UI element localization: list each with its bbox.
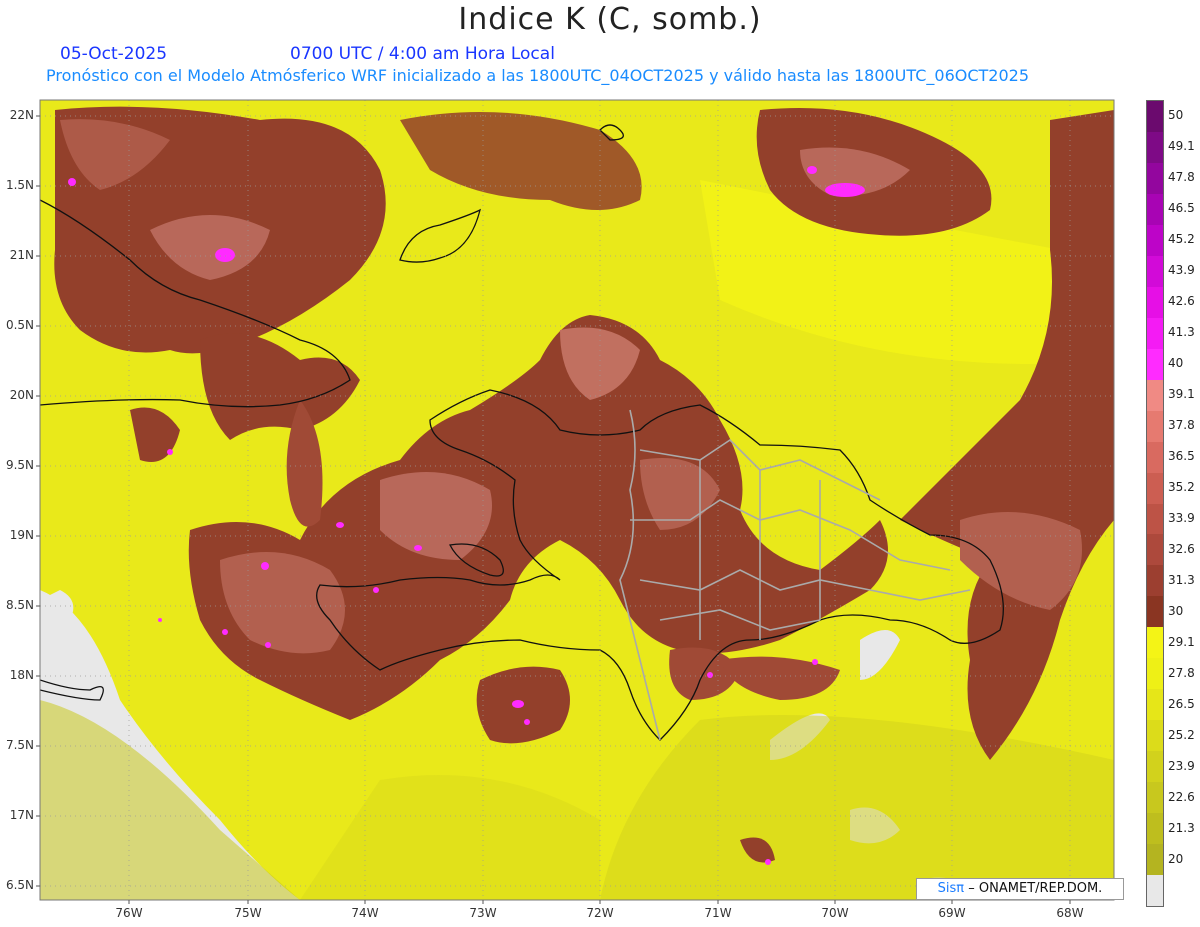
colorbar	[1146, 100, 1164, 907]
colorbar-swatch	[1147, 131, 1163, 164]
colorbar-label: 42.6	[1168, 294, 1195, 309]
colorbar-label: 43.9	[1168, 263, 1195, 278]
colorbar-swatch	[1147, 658, 1163, 690]
colorbar-label: 27.8	[1168, 665, 1195, 680]
lon-label: 75W	[234, 906, 262, 920]
lat-label: 19N	[9, 528, 34, 542]
lat-label: 18N	[9, 668, 34, 682]
lat-label: 21N	[9, 248, 34, 262]
colorbar-label: 32.6	[1168, 541, 1195, 556]
colorbar-swatch	[1147, 689, 1163, 721]
colorbar-swatch	[1147, 472, 1163, 504]
colorbar-label: 37.8	[1168, 418, 1195, 433]
colorbar-swatch	[1147, 627, 1163, 659]
lat-label: 8.5N	[5, 598, 34, 612]
lon-label: 76W	[115, 906, 143, 920]
sispi-logo: Sisπ	[937, 881, 965, 896]
lon-label: 70W	[821, 906, 849, 920]
colorbar-swatch	[1147, 782, 1163, 814]
lon-label: 72W	[586, 906, 614, 920]
colorbar-swatch	[1147, 596, 1163, 628]
colorbar-swatch	[1147, 317, 1163, 350]
credit-box: Sisπ – ONAMET/REP.DOM.	[916, 878, 1124, 900]
colorbar-swatch	[1147, 565, 1163, 597]
colorbar-label: 21.3	[1168, 820, 1195, 835]
colorbar-swatch	[1147, 503, 1163, 535]
colorbar-swatch	[1147, 844, 1163, 876]
colorbar-swatch-below	[1147, 875, 1163, 906]
colorbar-label: 20	[1168, 851, 1184, 866]
colorbar-label: 29.1	[1168, 634, 1195, 649]
colorbar-swatch	[1147, 813, 1163, 845]
colorbar-swatch	[1147, 348, 1163, 381]
colorbar-label: 30	[1168, 603, 1184, 618]
colorbar-label: 40	[1168, 356, 1184, 371]
lat-label: 7.5N	[5, 738, 34, 752]
lat-label: 6.5N	[5, 878, 34, 892]
colorbar-label: 25.2	[1168, 727, 1195, 742]
colorbar-label: 22.6	[1168, 789, 1195, 804]
credit-org: – ONAMET/REP.DOM.	[968, 881, 1103, 896]
colorbar-label: 46.5	[1168, 201, 1195, 216]
colorbar-swatch	[1147, 410, 1163, 443]
colorbar-swatch	[1147, 255, 1163, 288]
colorbar-swatch	[1147, 534, 1163, 566]
colorbar-label: 36.5	[1168, 449, 1195, 464]
colorbar-swatch	[1147, 379, 1163, 412]
colorbar-swatch	[1147, 162, 1163, 195]
colorbar-label: 50	[1168, 108, 1184, 123]
lon-label: 74W	[351, 906, 379, 920]
lat-label: 17N	[9, 808, 34, 822]
lon-label: 73W	[469, 906, 497, 920]
lon-label: 68W	[1056, 906, 1084, 920]
colorbar-label: 31.3	[1168, 572, 1195, 587]
colorbar-swatch	[1147, 441, 1163, 474]
colorbar-label: 26.5	[1168, 696, 1195, 711]
colorbar-label: 35.2	[1168, 480, 1195, 495]
lat-label: 20N	[9, 388, 34, 402]
lat-label: 0.5N	[5, 318, 34, 332]
colorbar-label: 45.2	[1168, 232, 1195, 247]
colorbar-swatch	[1147, 751, 1163, 783]
lon-label: 69W	[938, 906, 966, 920]
colorbar-swatch	[1147, 193, 1163, 226]
colorbar-label: 41.3	[1168, 325, 1195, 340]
lat-label: 9.5N	[5, 458, 34, 472]
lat-label: 22N	[9, 108, 34, 122]
colorbar-label: 33.9	[1168, 510, 1195, 525]
k-index-map	[36, 99, 1115, 904]
colorbar-swatch	[1147, 224, 1163, 257]
colorbar-swatch	[1147, 101, 1163, 133]
colorbar-label: 39.1	[1168, 387, 1195, 402]
colorbar-label: 49.1	[1168, 139, 1195, 154]
colorbar-swatch	[1147, 720, 1163, 752]
colorbar-label: 47.8	[1168, 170, 1195, 185]
colorbar-label: 23.9	[1168, 758, 1195, 773]
lat-label: 1.5N	[5, 178, 34, 192]
lon-label: 71W	[704, 906, 732, 920]
colorbar-swatch	[1147, 286, 1163, 319]
